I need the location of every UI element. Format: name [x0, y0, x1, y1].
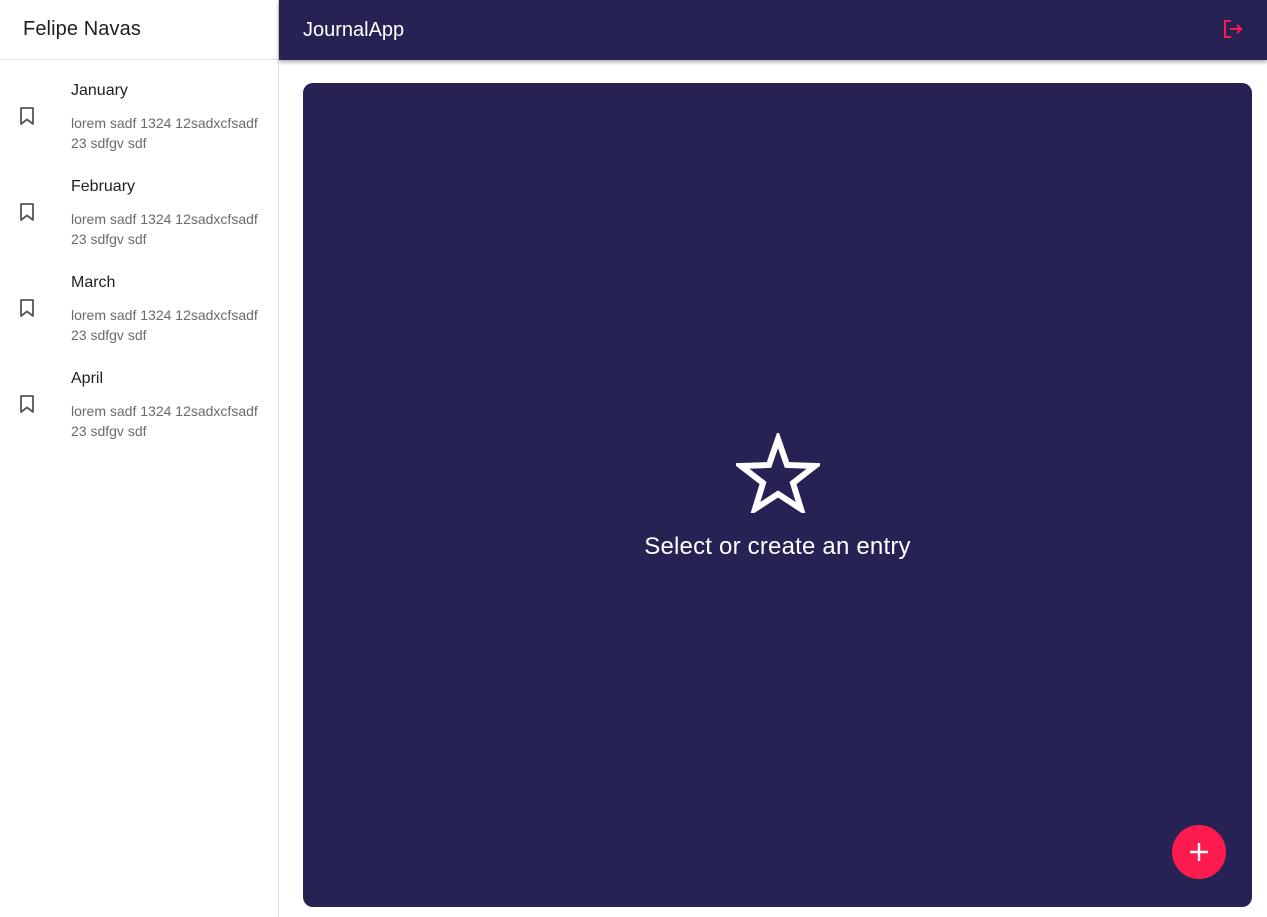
sidebar: Felipe Navas January lorem sadf 1324 12s…: [0, 0, 279, 917]
bookmark-icon: [18, 394, 36, 414]
entry-body: lorem sadf 1324 12sadxcfsadf 23 sdfgv sd…: [71, 115, 258, 151]
empty-state: Select or create an entry: [303, 433, 1252, 561]
main-panel: Select or create an entry: [303, 83, 1252, 907]
bookmark-icon: [18, 106, 36, 126]
logout-button[interactable]: [1221, 17, 1245, 41]
empty-state-message: Select or create an entry: [644, 533, 911, 560]
entry-item-january[interactable]: January lorem sadf 1324 12sadxcfsadf 23 …: [0, 68, 278, 164]
entry-title: April: [71, 370, 104, 387]
logout-icon: [1224, 20, 1243, 38]
entry-item-february[interactable]: February lorem sadf 1324 12sadxcfsadf 23…: [0, 164, 278, 260]
entry-body: lorem sadf 1324 12sadxcfsadf 23 sdfgv sd…: [71, 307, 258, 343]
entry-body: lorem sadf 1324 12sadxcfsadf 23 sdfgv sd…: [71, 403, 258, 439]
sidebar-header: Felipe Navas: [0, 0, 278, 60]
entry-title: January: [71, 82, 128, 99]
top-app-bar: JournalApp: [279, 0, 1267, 60]
entry-title: February: [71, 178, 136, 195]
user-name: Felipe Navas: [23, 18, 141, 40]
bookmark-icon: [18, 298, 36, 318]
entry-item-march[interactable]: March lorem sadf 1324 12sadxcfsadf 23 sd…: [0, 260, 278, 356]
add-entry-button[interactable]: [1172, 825, 1226, 879]
entry-list: January lorem sadf 1324 12sadxcfsadf 23 …: [0, 60, 278, 452]
entry-item-april[interactable]: April lorem sadf 1324 12sadxcfsadf 23 sd…: [0, 356, 278, 452]
star-outline-icon: [735, 433, 820, 513]
entry-body: lorem sadf 1324 12sadxcfsadf 23 sdfgv sd…: [71, 211, 258, 247]
app-title: JournalApp: [303, 18, 405, 41]
journal-app: Felipe Navas January lorem sadf 1324 12s…: [0, 0, 1267, 917]
add-icon: [1190, 843, 1208, 861]
bookmark-icon: [18, 202, 36, 222]
entry-title: March: [71, 274, 116, 291]
